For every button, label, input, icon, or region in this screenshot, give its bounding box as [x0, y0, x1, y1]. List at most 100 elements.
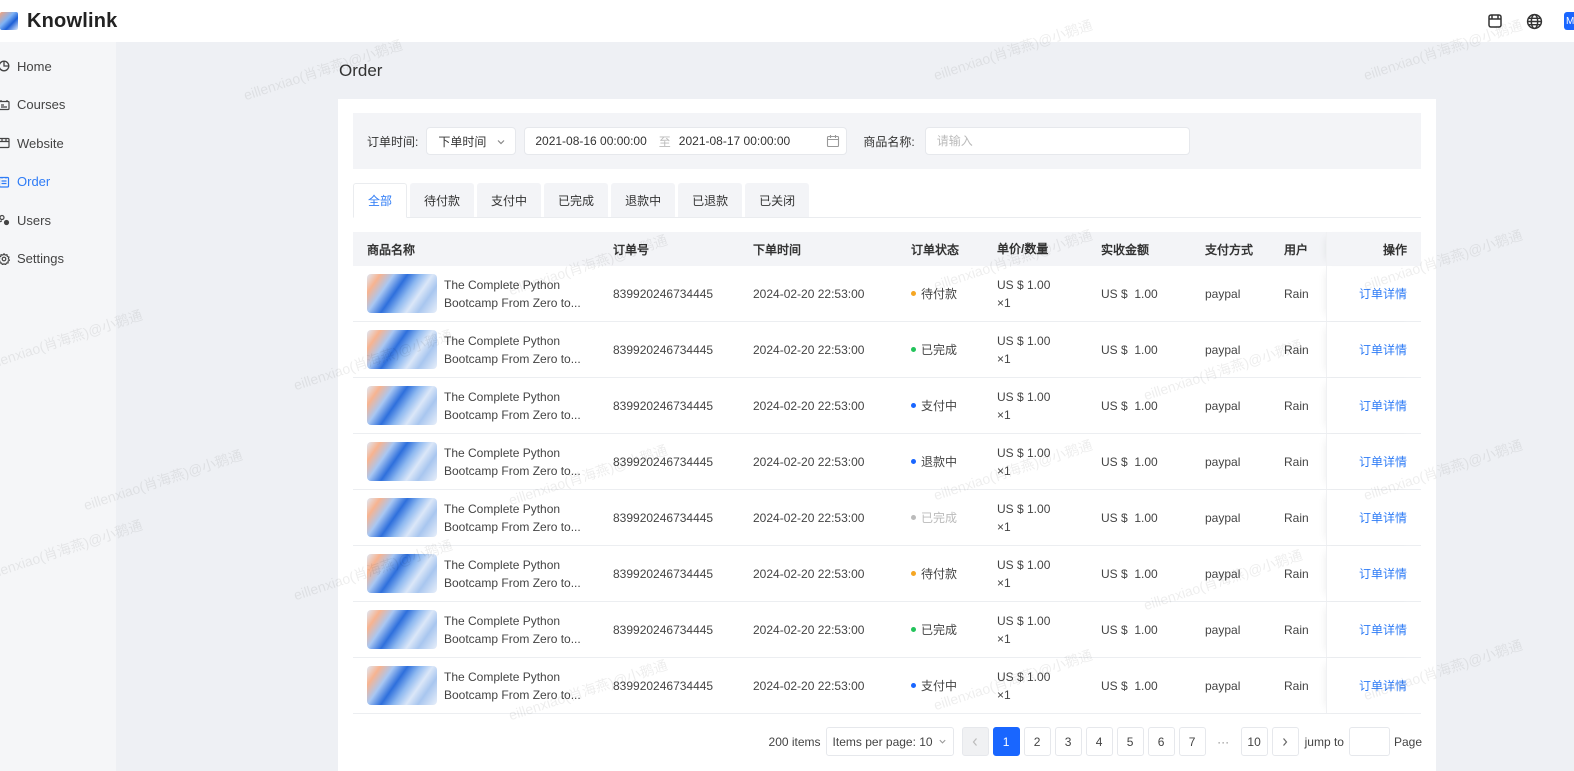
users-icon — [0, 214, 10, 226]
order-detail-link[interactable]: 订单详情 — [1359, 453, 1407, 470]
order-time: 2024-02-20 22:53:00 — [753, 566, 865, 581]
table-row: The Complete Python Bootcamp From Zero to… — [353, 378, 1421, 434]
table-row: The Complete Python Bootcamp From Zero to… — [353, 546, 1421, 602]
pagination-ellipsis[interactable]: ··· — [1210, 735, 1237, 749]
product-name[interactable]: The Complete Python Bootcamp From Zero to… — [444, 276, 581, 312]
unit-price-quantity: US $ 1.00 ×1 — [997, 669, 1051, 702]
sidebar-item-settings[interactable]: Settings — [0, 240, 116, 279]
tab-1[interactable]: 待付款 — [410, 183, 475, 217]
page-button[interactable]: 4 — [1085, 727, 1113, 756]
page-button[interactable]: 2 — [1023, 727, 1051, 756]
tab-6[interactable]: 已关闭 — [745, 183, 810, 217]
prev-page-button[interactable] — [961, 727, 989, 756]
sidebar-item-label: Home — [17, 58, 52, 74]
order-time: 2024-02-20 22:53:00 — [753, 286, 865, 301]
date-start[interactable]: 2021-08-16 00:00:00 — [535, 134, 646, 148]
tab-0[interactable]: 全部 — [353, 183, 408, 218]
sidebar-item-courses[interactable]: Courses — [0, 86, 116, 125]
order-detail-link[interactable]: 订单详情 — [1359, 509, 1407, 526]
tab-2[interactable]: 支付中 — [477, 183, 542, 217]
order-detail-link[interactable]: 订单详情 — [1359, 621, 1407, 638]
order-detail-link[interactable]: 订单详情 — [1359, 397, 1407, 414]
payment-method: paypal — [1205, 622, 1241, 637]
status-text: 已完成 — [921, 623, 958, 637]
product-name[interactable]: The Complete Python Bootcamp From Zero to… — [444, 556, 581, 592]
status-tabs: 全部 待付款 支付中 已完成 退款中 已退款 已关闭 — [353, 183, 1421, 218]
date-range-picker[interactable]: 2021-08-16 00:00:00 至 2021-08-17 00:00:0… — [524, 127, 848, 155]
product-name[interactable]: The Complete Python Bootcamp From Zero to… — [444, 388, 581, 424]
column-header: 下单时间 — [753, 242, 802, 257]
filter-bar: 订单时间: 下单时间 2021-08-16 00:00:00 至 2021-08… — [353, 113, 1421, 169]
product-thumbnail[interactable] — [367, 610, 437, 649]
payment-method: paypal — [1205, 510, 1241, 525]
tab-3[interactable]: 已完成 — [544, 183, 609, 217]
pagination: 200 items Items per page: 10 1234567 ···… — [769, 727, 1422, 756]
top-bar: Knowlink M — [0, 0, 1574, 42]
order-number: 839920246734445 — [613, 454, 714, 469]
tab-5[interactable]: 已退款 — [678, 183, 743, 217]
page-size-select[interactable]: Items per page: 10 — [825, 727, 954, 756]
page-button[interactable]: 3 — [1054, 727, 1082, 756]
order-number: 839920246734445 — [613, 398, 714, 413]
sidebar-item-users[interactable]: Users — [0, 201, 116, 240]
product-thumbnail[interactable] — [367, 386, 437, 425]
calendar-icon[interactable] — [826, 134, 840, 151]
page-button[interactable]: 7 — [1178, 727, 1206, 756]
sidebar-item-label: Website — [17, 135, 64, 151]
product-cell: The Complete Python Bootcamp From Zero to… — [353, 386, 613, 425]
product-thumbnail[interactable] — [367, 330, 437, 369]
product-name[interactable]: The Complete Python Bootcamp From Zero to… — [444, 668, 581, 704]
product-cell: The Complete Python Bootcamp From Zero to… — [353, 274, 613, 313]
actions-cell: 订单详情 — [1326, 266, 1421, 321]
product-thumbnail[interactable] — [367, 554, 437, 593]
logo-mark-icon — [0, 12, 18, 30]
date-end[interactable]: 2021-08-17 00:00:00 — [679, 134, 790, 148]
product-name[interactable]: The Complete Python Bootcamp From Zero to… — [444, 444, 581, 480]
page-button-last[interactable]: 10 — [1240, 727, 1268, 756]
product-name-input[interactable] — [924, 127, 1190, 155]
order-detail-link[interactable]: 订单详情 — [1359, 285, 1407, 302]
user-name: Rain — [1284, 398, 1309, 413]
sidebar-item-home[interactable]: Home — [0, 47, 116, 86]
jump-to-input[interactable] — [1348, 727, 1390, 756]
order-detail-link[interactable]: 订单详情 — [1359, 677, 1407, 694]
product-thumbnail[interactable] — [367, 498, 437, 537]
order-card: 订单时间: 下单时间 2021-08-16 00:00:00 至 2021-08… — [338, 99, 1436, 771]
table-row: The Complete Python Bootcamp From Zero to… — [353, 322, 1421, 378]
product-thumbnail[interactable] — [367, 274, 437, 313]
order-detail-link[interactable]: 订单详情 — [1359, 341, 1407, 358]
time-type-select[interactable]: 下单时间 — [426, 127, 517, 155]
product-name[interactable]: The Complete Python Bootcamp From Zero to… — [444, 500, 581, 536]
chevron-down-icon — [496, 136, 506, 150]
amount-received: US $ 1.00 — [1101, 398, 1158, 413]
product-name[interactable]: The Complete Python Bootcamp From Zero to… — [444, 332, 581, 368]
product-cell: The Complete Python Bootcamp From Zero to… — [353, 666, 613, 705]
jump-to-label: jump to — [1304, 734, 1344, 749]
payment-method: paypal — [1205, 342, 1241, 357]
avatar[interactable]: M — [1564, 12, 1574, 30]
page-button[interactable]: 1 — [992, 727, 1020, 756]
status-dot-icon — [911, 291, 916, 296]
order-number: 839920246734445 — [613, 678, 714, 693]
globe-icon[interactable] — [1525, 12, 1543, 30]
status-text: 待付款 — [921, 567, 958, 581]
page-button[interactable]: 5 — [1116, 727, 1144, 756]
order-detail-link[interactable]: 订单详情 — [1359, 565, 1407, 582]
tab-4[interactable]: 退款中 — [611, 183, 676, 217]
product-cell: The Complete Python Bootcamp From Zero to… — [353, 498, 613, 537]
unit-price-quantity: US $ 1.00 ×1 — [997, 277, 1051, 310]
sidebar-item-order[interactable]: Order — [0, 163, 116, 202]
logo[interactable]: Knowlink — [0, 10, 118, 33]
store-icon[interactable] — [1486, 12, 1504, 30]
payment-method: paypal — [1205, 286, 1241, 301]
sidebar-item-website[interactable]: Website — [0, 124, 116, 163]
page-button[interactable]: 6 — [1147, 727, 1175, 756]
status-badge: 已完成 — [911, 621, 997, 638]
time-type-value: 下单时间 — [438, 134, 487, 149]
product-thumbnail[interactable] — [367, 442, 437, 481]
product-thumbnail[interactable] — [367, 666, 437, 705]
product-name[interactable]: The Complete Python Bootcamp From Zero to… — [444, 612, 581, 648]
order-number: 839920246734445 — [613, 622, 714, 637]
next-page-button[interactable] — [1271, 727, 1299, 756]
user-name: Rain — [1284, 566, 1309, 581]
